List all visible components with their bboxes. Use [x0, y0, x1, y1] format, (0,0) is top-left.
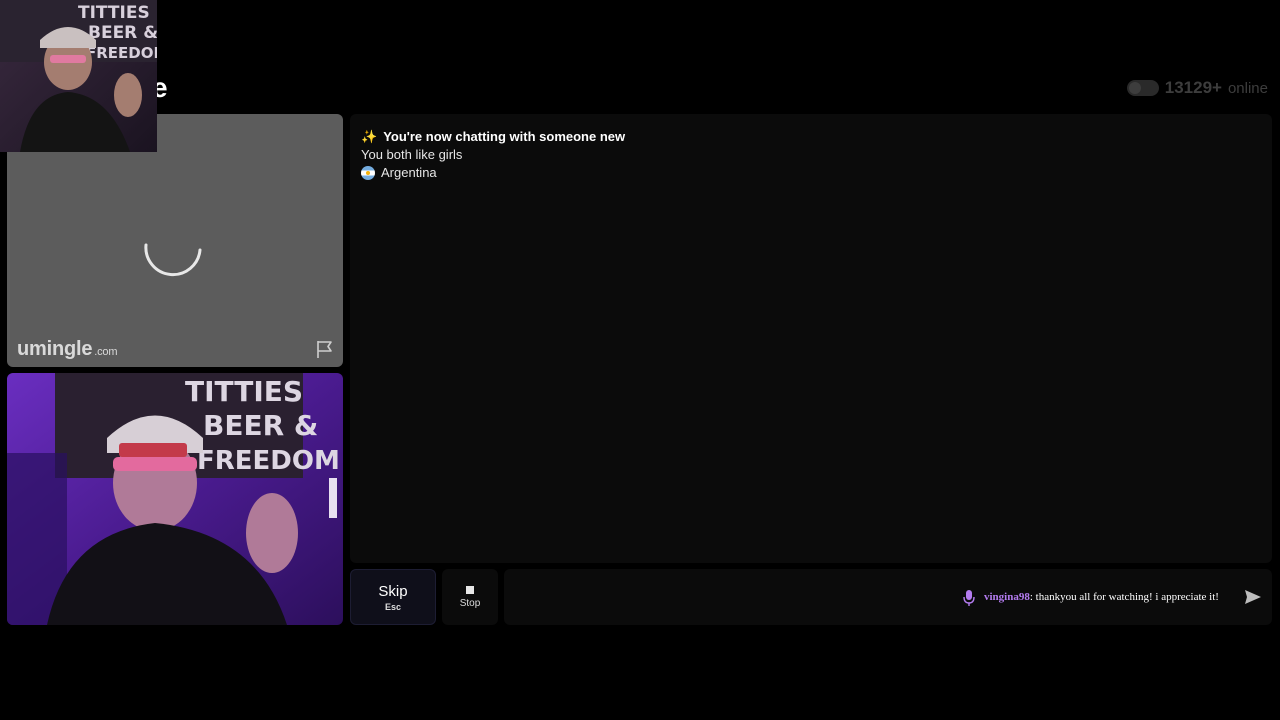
stop-icon	[466, 585, 474, 594]
chat-message: Argentina	[361, 164, 1261, 182]
microphone-icon	[963, 590, 975, 606]
message-input[interactable]	[516, 587, 936, 607]
poster-line-2: BEER &	[88, 23, 157, 43]
spinner-icon	[144, 243, 202, 277]
theme-toggle[interactable]	[1126, 80, 1159, 96]
argentina-flag-icon	[361, 166, 375, 180]
poster-line-3: FREEDOM	[86, 44, 157, 62]
brand-name: umingle	[17, 338, 93, 360]
chat-message: ✨ You're now chatting with someone new	[361, 128, 1261, 146]
chat-panel: ✨ You're now chatting with someone new Y…	[350, 114, 1272, 563]
self-video: TITTIES BEER & FREEDOM	[7, 373, 343, 625]
chat-message-text: You both like girls	[361, 147, 463, 162]
poster-line-1: TITTIES	[185, 375, 303, 408]
online-suffix: online	[1227, 79, 1268, 97]
flag-icon[interactable]	[314, 338, 336, 360]
online-counter: 13129+ online	[1126, 78, 1268, 98]
brand-suffix: .com	[94, 346, 118, 358]
stop-label: Stop	[459, 597, 481, 609]
chat-message-text: You're now chatting with someone new	[383, 129, 626, 144]
stop-button[interactable]: Stop	[442, 569, 498, 625]
poster-line-3: FREEDOM	[197, 446, 340, 476]
online-count: 13129+	[1164, 78, 1222, 97]
send-icon[interactable]	[1244, 589, 1262, 605]
poster-line-1: TITTIES	[78, 3, 150, 23]
message-bar: vingina98: thankyou all for watching! i …	[504, 569, 1272, 625]
overlay-username: vingina98	[984, 591, 1030, 603]
skip-button[interactable]: Skip Esc	[350, 569, 436, 625]
umingle-watermark: umingle .com	[17, 338, 118, 361]
sparkles-icon: ✨	[361, 129, 378, 144]
stream-chat-overlay: vingina98: thankyou all for watching! i …	[984, 591, 1219, 603]
poster-line-2: BEER &	[203, 409, 318, 442]
skip-label: Skip	[378, 582, 408, 600]
chat-message-text: Argentina	[381, 165, 437, 180]
streamer-webcam-inset: TITTIES BEER & FREEDOM	[0, 0, 157, 152]
skip-shortcut: Esc	[384, 601, 401, 612]
chat-message: You both like girls	[361, 146, 1261, 164]
overlay-text: : thankyou all for watching! i appreciat…	[1029, 591, 1219, 603]
